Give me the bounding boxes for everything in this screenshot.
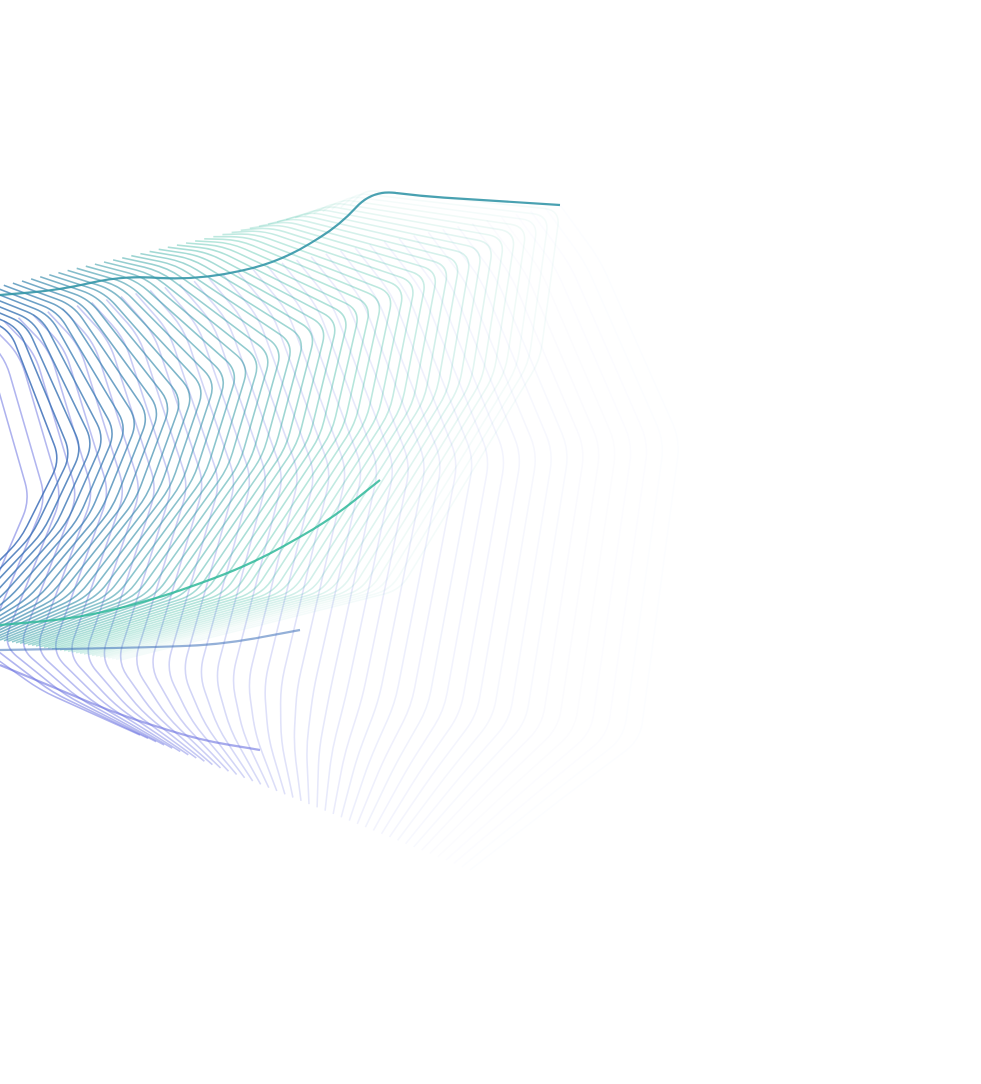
- teal-wave-line: [103, 203, 515, 659]
- violet-wave-line: [469, 204, 679, 871]
- violet-wave-line: [237, 271, 330, 798]
- violet-line-family: [0, 204, 679, 871]
- abstract-wave-artwork: [0, 0, 981, 1084]
- wave-contour-line: [0, 191, 561, 297]
- violet-wave-line: [413, 225, 568, 848]
- violet-wave-line: [364, 244, 473, 828]
- violet-wave-line: [437, 216, 616, 858]
- violet-wave-line: [76, 305, 205, 762]
